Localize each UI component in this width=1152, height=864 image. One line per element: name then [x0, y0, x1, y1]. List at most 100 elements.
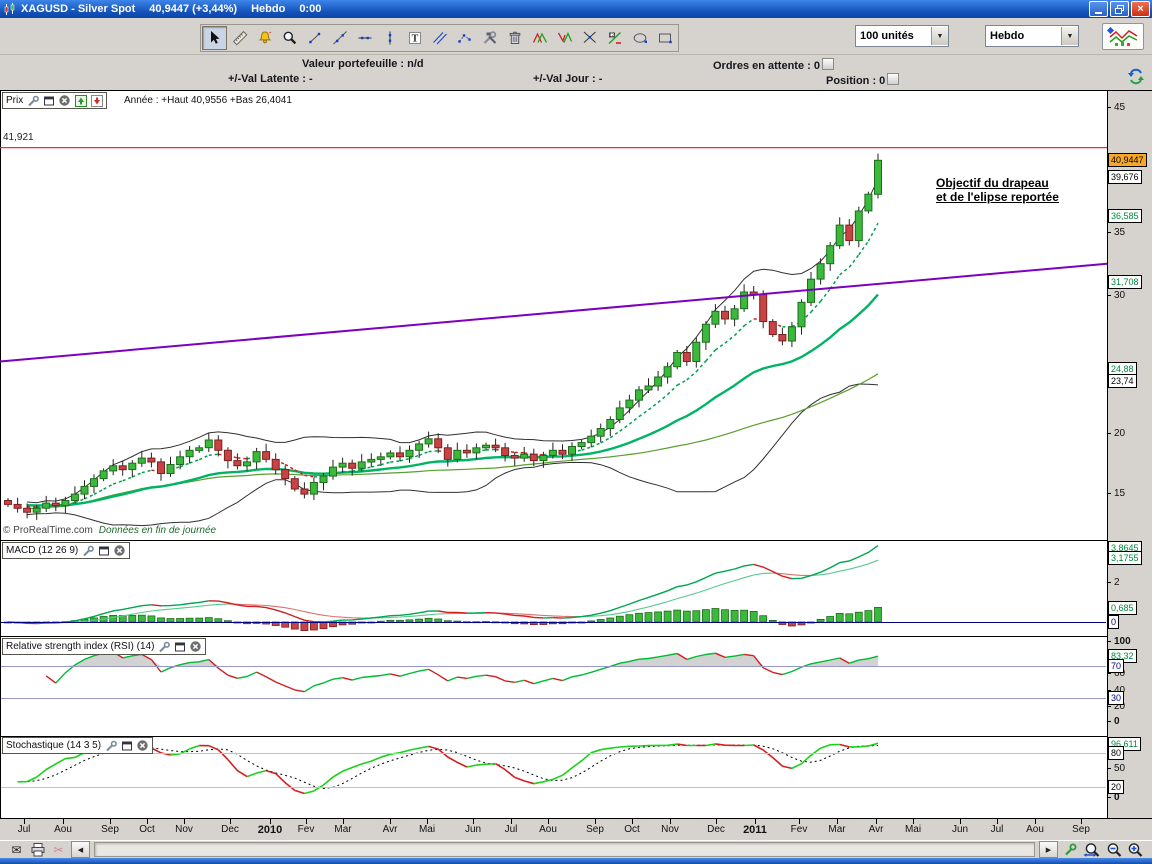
alert-bell-tool-button[interactable]: [252, 26, 277, 50]
print-button[interactable]: [29, 842, 46, 857]
price-settings-button[interactable]: [26, 94, 39, 107]
wrench-icon: [105, 740, 117, 752]
candle: [827, 246, 834, 264]
ellipse-tool-button[interactable]: [627, 26, 652, 50]
trendline-tool-button[interactable]: [327, 26, 352, 50]
month-label: Jul: [505, 824, 518, 835]
close-icon: [113, 544, 126, 557]
macd-settings-button[interactable]: [81, 544, 94, 557]
candle: [167, 465, 174, 474]
drawing-settings-tool-button[interactable]: [477, 26, 502, 50]
stoch-detach-button[interactable]: [120, 739, 133, 752]
data-note: Données en fin de journée: [99, 525, 216, 536]
text-tool-button[interactable]: T: [402, 26, 427, 50]
chart-settings-button[interactable]: [1062, 842, 1079, 857]
position-detail-icon[interactable]: [887, 73, 899, 85]
price-scale-down-button[interactable]: [90, 94, 103, 107]
rectangle-tool-button[interactable]: [652, 26, 677, 50]
status-bar: ✉ ✂ ◀ ▶: [0, 840, 1152, 858]
rsi-detach-button[interactable]: [173, 640, 186, 653]
cut-button[interactable]: ✂: [50, 842, 67, 857]
candle: [272, 459, 279, 469]
macd-detach-button[interactable]: [97, 544, 110, 557]
macd-close-button[interactable]: [113, 544, 126, 557]
price-label-tool-button[interactable]: 12: [602, 26, 627, 50]
candle: [712, 311, 719, 324]
candle: [349, 463, 356, 468]
vertical-line-tool-button[interactable]: [377, 26, 402, 50]
close-button[interactable]: ×: [1131, 1, 1150, 17]
streaming-icon[interactable]: [1126, 67, 1146, 87]
restore-icon: [1115, 5, 1124, 14]
wrench-icon: [82, 545, 94, 557]
chart-style-button[interactable]: [1102, 23, 1144, 50]
candle: [702, 324, 709, 342]
parallel-lines-tool-button[interactable]: [427, 26, 452, 50]
right-price-axis[interactable]: 453530201540,944739,67636,58531,70824,88…: [1107, 0, 1152, 864]
candle: [722, 311, 729, 319]
ruler-tool-button[interactable]: [227, 26, 252, 50]
price-scale-up-button[interactable]: [74, 94, 87, 107]
zoom-fit-button[interactable]: [1083, 842, 1102, 857]
candle: [129, 463, 136, 469]
month-label: Avr: [869, 824, 884, 835]
horizontal-line-tool-button[interactable]: [352, 26, 377, 50]
time-axis[interactable]: JulAouSepOctNovDec2010FevMarAvrMaiJunJul…: [0, 818, 1152, 840]
candle: [81, 486, 88, 494]
zoom-in-button[interactable]: [1127, 842, 1144, 857]
segment-tool-button[interactable]: [302, 26, 327, 50]
month-label: Nov: [175, 824, 193, 835]
chevron-down-icon: ▼: [1061, 27, 1078, 45]
candle: [463, 450, 470, 453]
window-icon: [121, 740, 133, 752]
candle: [310, 483, 317, 495]
zoom-tool-button[interactable]: [277, 26, 302, 50]
candle: [62, 501, 69, 506]
candle: [511, 456, 518, 459]
parallel-lines-icon: [432, 30, 448, 46]
scroll-right-button[interactable]: ▶: [1039, 841, 1058, 858]
candle: [158, 462, 165, 474]
candle: [196, 448, 203, 451]
rsi-close-button[interactable]: [189, 640, 202, 653]
month-label: 2011: [743, 824, 767, 836]
zoom-icon: [282, 30, 298, 46]
restore-button[interactable]: [1110, 1, 1129, 17]
polyline-tool-button[interactable]: [452, 26, 477, 50]
crossed-lines-tool-button[interactable]: [577, 26, 602, 50]
candle: [52, 503, 59, 506]
candle: [5, 501, 12, 505]
arrow-left-icon: ◀: [78, 846, 83, 854]
candle: [502, 448, 509, 456]
timeframe-dropdown[interactable]: Hebdo ▼: [985, 25, 1079, 47]
stoch-settings-button[interactable]: [104, 739, 117, 752]
title-time: 0:00: [299, 3, 321, 15]
month-label: 2010: [258, 824, 282, 836]
drawing-toolbar: T 12 100 unités ▼ Hebdo ▼: [0, 18, 1152, 55]
window-title: XAGUSD - Silver Spot: [21, 3, 135, 15]
month-label: Dec: [221, 824, 239, 835]
horizontal-scrollbar[interactable]: [94, 842, 1035, 857]
candle: [43, 503, 50, 508]
month-label: Jul: [18, 824, 31, 835]
minimize-button[interactable]: [1089, 1, 1108, 17]
month-label: Sep: [586, 824, 604, 835]
price-close-button[interactable]: [58, 94, 71, 107]
polyline-icon: [457, 30, 473, 46]
units-dropdown[interactable]: 100 unités ▼: [855, 25, 949, 47]
bearish-pattern-tool-button[interactable]: [552, 26, 577, 50]
units-value: 100 unités: [856, 30, 931, 42]
rsi-settings-button[interactable]: [157, 640, 170, 653]
pointer-tool-button[interactable]: [202, 26, 227, 50]
axis-tick-label: 20: [1107, 427, 1125, 440]
scroll-left-button[interactable]: ◀: [71, 841, 90, 858]
stoch-close-button[interactable]: [136, 739, 149, 752]
mail-button[interactable]: ✉: [8, 842, 25, 857]
chart-canvas[interactable]: [0, 0, 1152, 864]
orders-detail-icon[interactable]: [822, 58, 834, 70]
price-detach-button[interactable]: [42, 94, 55, 107]
zoom-in-icon: [1127, 842, 1144, 858]
bullish-pattern-tool-button[interactable]: [527, 26, 552, 50]
delete-tool-button[interactable]: [502, 26, 527, 50]
zoom-out-button[interactable]: [1106, 842, 1123, 857]
